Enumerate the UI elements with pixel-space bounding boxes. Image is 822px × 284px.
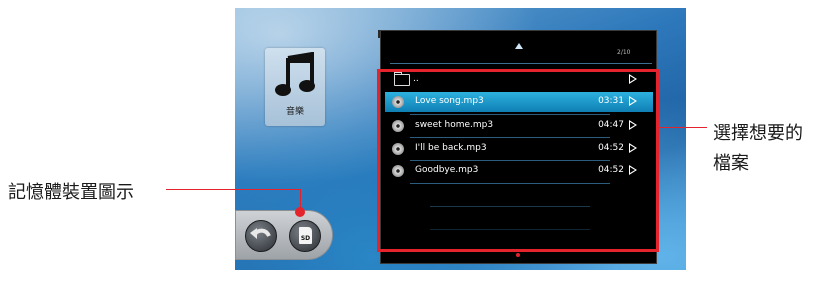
callout-line-storage-device xyxy=(166,189,301,190)
scroll-up-icon[interactable] xyxy=(515,43,523,49)
bottom-control-bar: SD xyxy=(235,210,333,260)
music-note-icon xyxy=(275,52,315,96)
page-indicator: 2/10 xyxy=(617,49,631,56)
divider xyxy=(390,63,652,64)
music-tile[interactable]: 音樂 xyxy=(265,48,325,126)
callout-line-file-select xyxy=(659,127,707,128)
file-list-highlight xyxy=(377,69,659,252)
scroll-down-icon[interactable] xyxy=(516,253,520,257)
back-button[interactable] xyxy=(245,220,277,252)
callout-label-file-select-cont: 檔案 xyxy=(713,153,749,174)
callout-label-storage-device: 記憶體裝置圖示 xyxy=(8,182,134,203)
back-arrow-icon xyxy=(250,228,271,239)
storage-device-button[interactable]: SD xyxy=(289,220,321,252)
callout-marker-dot xyxy=(295,207,305,217)
callout-label-file-select: 選擇想要的 xyxy=(713,123,803,144)
sd-card-icon: SD xyxy=(299,227,312,244)
music-tile-label: 音樂 xyxy=(285,107,304,117)
